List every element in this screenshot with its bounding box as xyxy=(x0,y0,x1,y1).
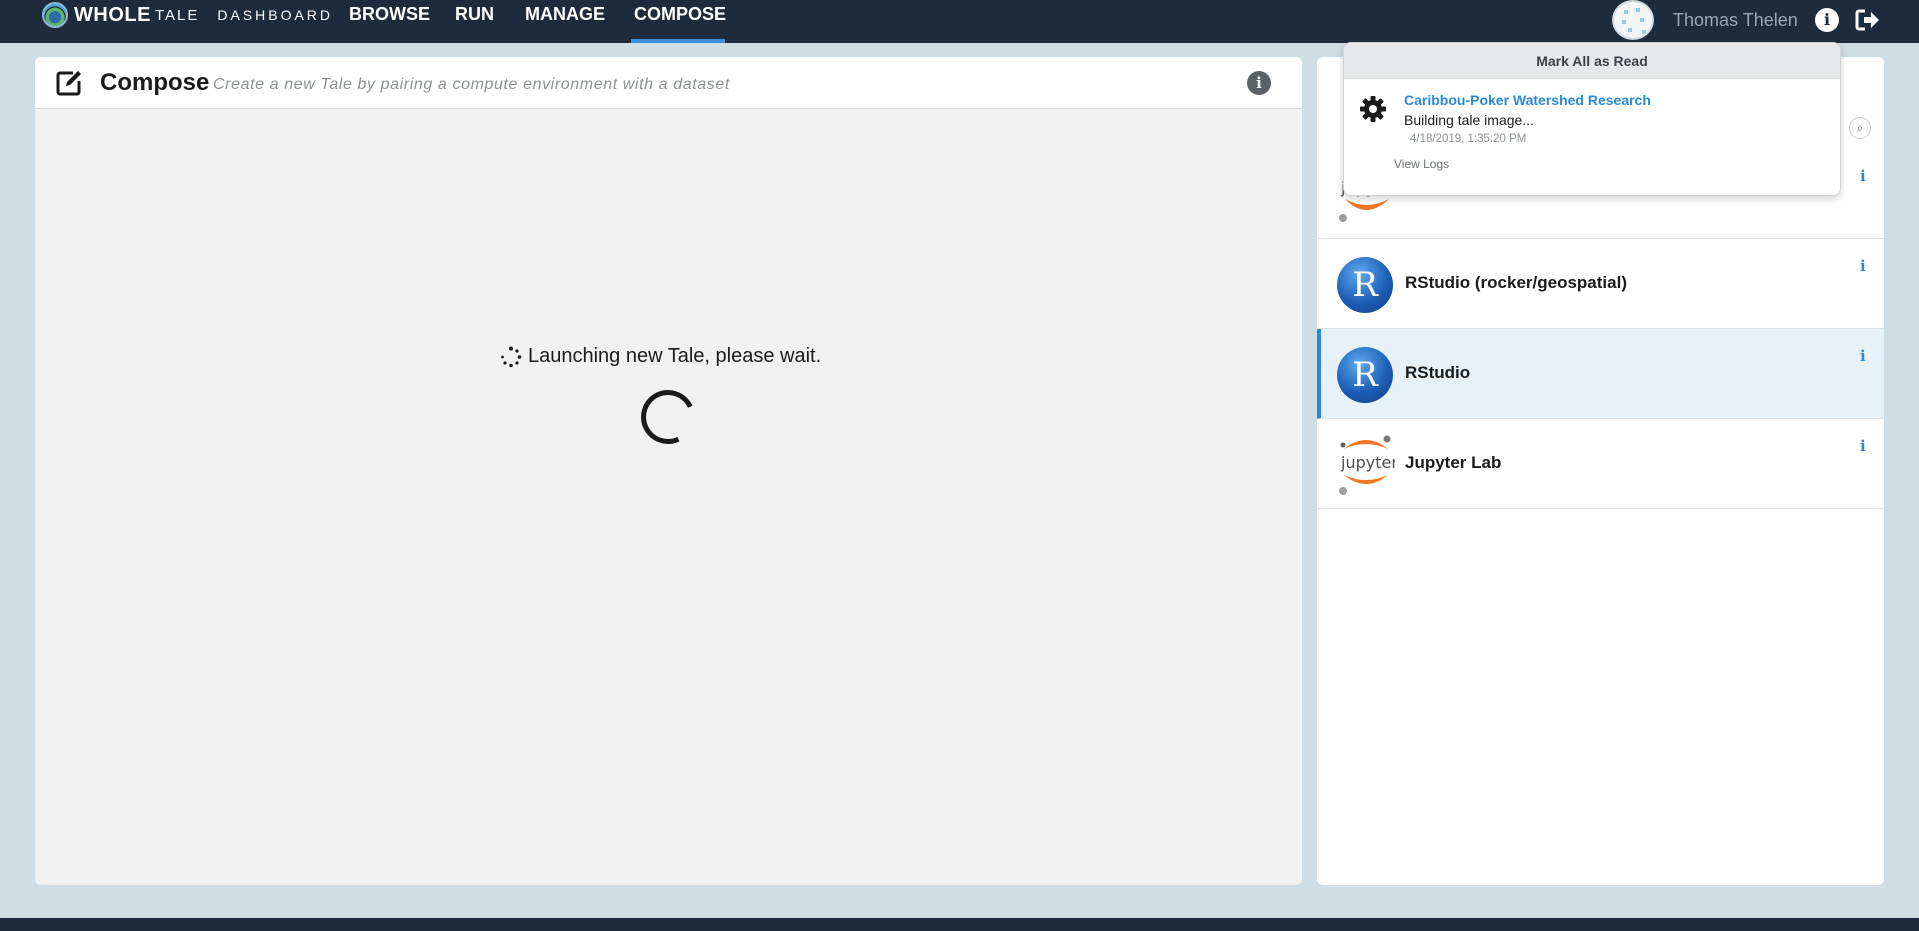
rstudio-logo: R xyxy=(1337,257,1393,313)
environment-info-icon[interactable]: i xyxy=(1860,167,1866,185)
page-subtitle: Create a new Tale by pairing a compute e… xyxy=(213,76,730,93)
environment-name: RStudio xyxy=(1405,363,1471,382)
avatar[interactable] xyxy=(1612,0,1654,40)
logout-icon[interactable] xyxy=(1855,8,1881,32)
notification-message: Building tale image... xyxy=(1404,112,1534,128)
environment-info-icon[interactable]: i xyxy=(1860,437,1866,455)
search-icon[interactable]: ⌕ xyxy=(1849,117,1871,139)
spinner-small-icon xyxy=(501,346,522,367)
environment-item[interactable]: R RStudio (rocker/geospatial) i xyxy=(1317,239,1884,329)
compose-header: Compose Create a new Tale by pairing a c… xyxy=(35,57,1302,109)
compose-info-icon[interactable]: i xyxy=(1247,71,1271,95)
footer-bar xyxy=(0,918,1919,931)
environment-name: Jupyter Lab xyxy=(1405,453,1502,472)
nav-active-indicator xyxy=(631,39,725,43)
notifications-dropdown: Mark All as Read Caribbou-Poker Watershe… xyxy=(1343,42,1841,196)
page-title: Compose xyxy=(100,69,210,96)
logo-text-tale: TALE xyxy=(154,6,200,24)
environment-name: RStudio (rocker/geospatial) xyxy=(1405,273,1627,292)
launch-message: Launching new Tale, please wait. xyxy=(528,345,822,367)
nav-browse[interactable]: BROWSE xyxy=(349,4,430,25)
environment-info-icon[interactable]: i xyxy=(1860,257,1866,275)
logo-text-dashboard: DASHBOARD xyxy=(217,7,334,23)
wholetale-logo[interactable]: WHOLE TALE DASHBOARD xyxy=(42,2,333,28)
compose-panel: Compose Create a new Tale by pairing a c… xyxy=(35,57,1302,885)
mark-all-read-button[interactable]: Mark All as Read xyxy=(1344,43,1840,79)
nav-compose[interactable]: COMPOSE xyxy=(634,4,726,25)
gear-icon xyxy=(1360,96,1386,122)
rstudio-logo: R xyxy=(1337,347,1393,403)
jupyter-logo: jupyter xyxy=(1339,435,1395,495)
wholetale-logo-icon xyxy=(42,2,68,28)
environment-info-icon[interactable]: i xyxy=(1860,347,1866,365)
username[interactable]: Thomas Thelen xyxy=(1673,10,1798,31)
edit-icon xyxy=(56,71,81,96)
notification-timestamp: 4/18/2019, 1:35:20 PM xyxy=(1410,133,1527,145)
nav-manage[interactable]: MANAGE xyxy=(525,4,605,25)
nav-run[interactable]: RUN xyxy=(455,4,494,25)
launch-status: Launching new Tale, please wait. xyxy=(500,345,821,368)
notification-title[interactable]: Caribbou-Poker Watershed Research xyxy=(1404,92,1651,108)
info-icon[interactable]: i xyxy=(1815,8,1839,32)
environment-item-selected[interactable]: R RStudio i xyxy=(1317,329,1884,419)
environment-item[interactable]: jupyter Jupyter Lab i xyxy=(1317,419,1884,509)
top-navbar: WHOLE TALE DASHBOARD BROWSE RUN MANAGE C… xyxy=(0,0,1919,43)
svg-text:jupyter: jupyter xyxy=(1340,453,1395,472)
view-logs-link[interactable]: View Logs xyxy=(1394,157,1449,171)
loading-spinner xyxy=(633,382,703,452)
logo-text-whole: WHOLE xyxy=(74,3,151,26)
